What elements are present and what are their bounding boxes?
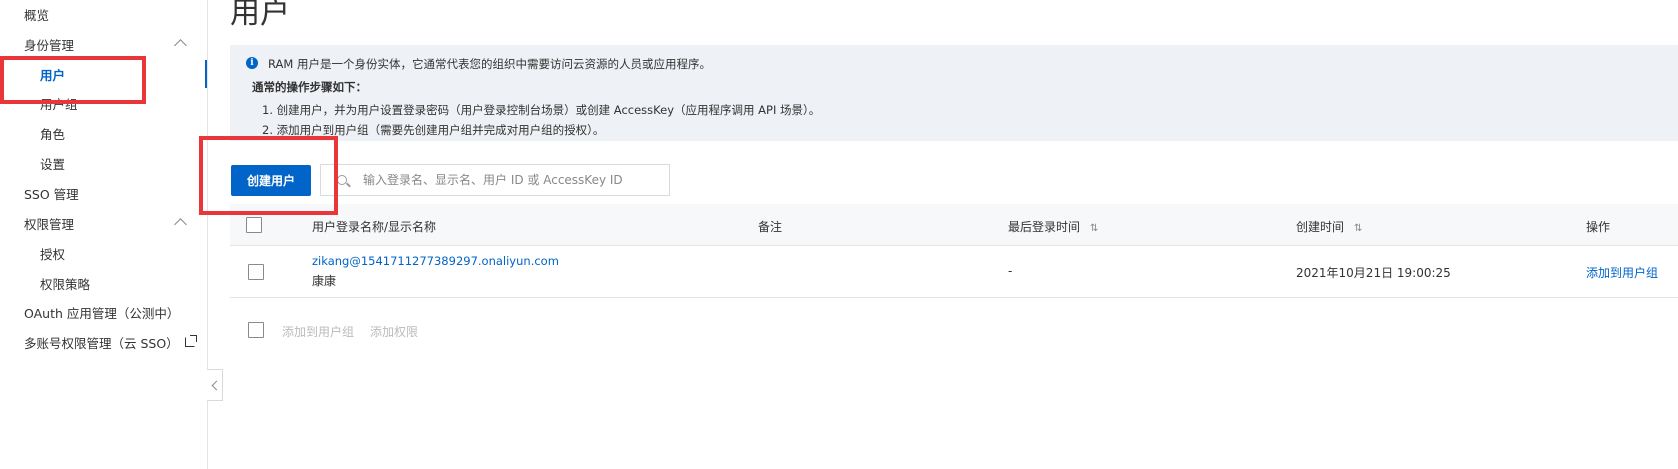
chevron-up-icon bbox=[174, 218, 187, 231]
info-step-1: 1. 创建用户，并为用户设置登录密码（用户登录控制台场景）或创建 AccessK… bbox=[262, 103, 821, 117]
sidebar-item-overview[interactable]: 概览 bbox=[0, 0, 207, 28]
row-checkbox[interactable] bbox=[248, 264, 264, 280]
search-input[interactable] bbox=[361, 172, 665, 188]
sidebar-item-grants[interactable]: 授权 bbox=[0, 239, 207, 267]
table-header: 用户登录名称/显示名称 备注 最后登录时间 ⇅ 创建时间 ⇅ 操作 bbox=[230, 204, 1678, 246]
column-header-label: 最后登录时间 bbox=[1008, 220, 1081, 234]
batch-add-permission-button[interactable]: 添加权限 bbox=[370, 323, 418, 340]
column-header-name: 用户登录名称/显示名称 bbox=[312, 220, 437, 234]
column-header-actions: 操作 bbox=[1586, 220, 1611, 234]
chevron-up-icon bbox=[174, 39, 187, 52]
sidebar-item-label: 用户 bbox=[40, 67, 66, 83]
user-last-login: - bbox=[1008, 264, 1013, 278]
sidebar-item-label: OAuth 应用管理（公测中） bbox=[24, 305, 180, 321]
sidebar-item-label: 用户组 bbox=[40, 96, 78, 112]
info-text: RAM 用户是一个身份实体，它通常代表您的组织中需要访问云资源的人员或应用程序。 bbox=[268, 57, 711, 71]
column-header-label: 创建时间 bbox=[1296, 220, 1345, 234]
external-link-icon bbox=[184, 335, 197, 347]
sidebar-group-identity[interactable]: 身份管理 bbox=[0, 30, 207, 58]
sidebar-item-sso[interactable]: SSO 管理 bbox=[0, 179, 207, 207]
sidebar: 概览 身份管理 用户 用户组 角色 设置 SSO 管理 权限管理 授权 权限策略… bbox=[0, 0, 208, 469]
sidebar-item-label: 授权 bbox=[40, 246, 66, 262]
sidebar-collapse-button[interactable] bbox=[207, 369, 223, 401]
sidebar-item-settings[interactable]: 设置 bbox=[0, 149, 207, 177]
sidebar-item-roles[interactable]: 角色 bbox=[0, 119, 207, 147]
sidebar-item-policies[interactable]: 权限策略 bbox=[0, 269, 207, 297]
sidebar-item-oauth[interactable]: OAuth 应用管理（公测中） bbox=[0, 298, 207, 326]
info-step-2: 2. 添加用户到用户组（需要先创建用户组并完成对用户组的授权）。 bbox=[262, 123, 605, 137]
sort-icon[interactable]: ⇅ bbox=[1090, 223, 1098, 234]
select-all-checkbox[interactable] bbox=[246, 217, 262, 233]
batch-add-to-group-button[interactable]: 添加到用户组 bbox=[282, 323, 354, 340]
search-box bbox=[320, 164, 670, 196]
sidebar-item-label: 多账号权限管理（云 SSO） bbox=[24, 335, 179, 351]
sort-icon[interactable]: ⇅ bbox=[1354, 223, 1362, 234]
sidebar-item-user-groups[interactable]: 用户组 bbox=[0, 89, 207, 117]
user-login-link[interactable]: zikang@1541711277389297.onaliyun.com bbox=[312, 254, 559, 268]
column-header-last-login[interactable]: 最后登录时间 ⇅ bbox=[1008, 218, 1098, 235]
column-header-note: 备注 bbox=[758, 220, 783, 234]
add-to-group-link[interactable]: 添加到用户组 bbox=[1586, 264, 1658, 281]
page-title: 用户 bbox=[230, 0, 290, 31]
sidebar-item-label: 身份管理 bbox=[24, 37, 75, 53]
sidebar-group-permissions[interactable]: 权限管理 bbox=[0, 209, 207, 237]
batch-select-checkbox[interactable] bbox=[248, 322, 264, 338]
create-user-button[interactable]: 创建用户 bbox=[231, 165, 311, 196]
info-steps-title: 通常的操作步骤如下： bbox=[252, 80, 367, 94]
sidebar-item-label: 设置 bbox=[40, 156, 66, 172]
sidebar-item-label: 权限管理 bbox=[24, 216, 75, 232]
column-header-created[interactable]: 创建时间 ⇅ bbox=[1296, 218, 1362, 235]
info-banner: i RAM 用户是一个身份实体，它通常代表您的组织中需要访问云资源的人员或应用程… bbox=[230, 45, 1678, 141]
search-icon bbox=[337, 175, 347, 185]
sidebar-item-cloud-sso[interactable]: 多账号权限管理（云 SSO） bbox=[0, 328, 207, 356]
sidebar-item-label: 权限策略 bbox=[40, 276, 91, 292]
chevron-left-icon bbox=[211, 380, 221, 390]
info-icon: i bbox=[246, 57, 258, 69]
sidebar-item-label: SSO 管理 bbox=[24, 186, 79, 202]
table-row: zikang@1541711277389297.onaliyun.com 康康 … bbox=[230, 246, 1678, 298]
user-display-name: 康康 bbox=[312, 274, 337, 288]
sidebar-item-users[interactable]: 用户 bbox=[0, 60, 207, 88]
user-created-time: 2021年10月21日 19:00:25 bbox=[1296, 266, 1451, 280]
sidebar-item-label: 概览 bbox=[24, 7, 50, 23]
sidebar-item-label: 角色 bbox=[40, 126, 66, 142]
